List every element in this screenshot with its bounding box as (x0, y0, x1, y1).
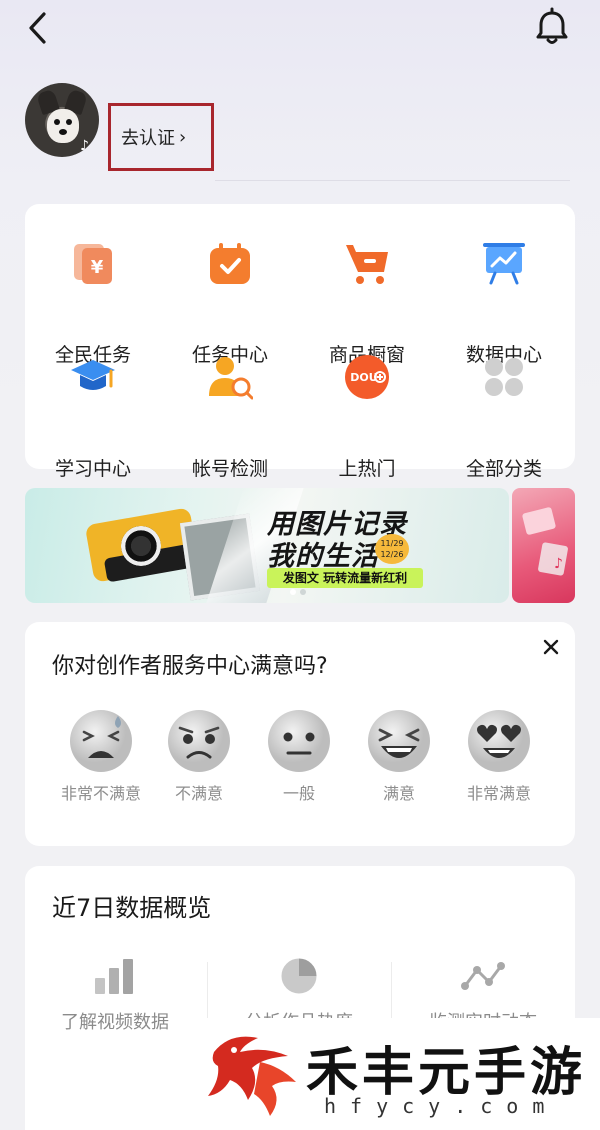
svg-text:¥: ¥ (91, 257, 104, 278)
tool-label: 上热门 (338, 458, 396, 480)
satisfied-face-icon (368, 710, 430, 772)
tool-label: 全部分类 (465, 458, 542, 480)
tools-card: ¥ 全民任务 任务中心 商品橱窗 数据中心 学习中心 帐号检测 DOU 上热门 … (25, 204, 575, 480)
tool-all-categories[interactable]: 全部分类 (449, 354, 559, 480)
date-badge: 11/29 12/26 (375, 534, 409, 564)
survey-title: 你对创作者服务中心满意吗? (52, 654, 328, 679)
banner-cta: 发图文 玩转流量新红利 (267, 568, 423, 588)
task-calendar-icon (210, 243, 250, 284)
tiktok-badge-icon: ♪ (80, 138, 89, 154)
satisfaction-survey-card: 你对创作者服务中心满意吗? 非常不满意 不满意 一般 满意 非常满意 (25, 622, 575, 846)
close-button[interactable] (540, 636, 562, 658)
shopping-cart-icon (346, 245, 388, 284)
tool-quanmin-task[interactable]: ¥ 全民任务 (38, 240, 148, 366)
metric-video-data[interactable]: 了解视频数据 (25, 956, 205, 1036)
presentation-chart-icon (483, 243, 525, 285)
tool-go-hot[interactable]: DOU 上热门 (312, 354, 422, 480)
avatar-eye (54, 119, 60, 125)
top-bar (0, 0, 600, 60)
carousel-dots (290, 589, 306, 595)
tool-label: 帐号检测 (191, 458, 268, 480)
very-unsatisfied-face-icon (70, 710, 132, 772)
next-banner-peek[interactable]: ♪ (512, 488, 575, 603)
pie-chart-icon (280, 957, 318, 995)
bell-icon (536, 7, 568, 44)
rating-neutral[interactable]: 一般 (249, 708, 349, 808)
rating-very-unsatisfied[interactable]: 非常不满意 (51, 708, 151, 808)
avatar-eye (66, 119, 72, 125)
promo-banner[interactable]: 用图片记录 我的生活 11/29 12/26 发图文 玩转流量新红利 (25, 488, 509, 603)
metric-divider (391, 962, 392, 1022)
data-overview-title: 近7日数据概览 (52, 894, 212, 922)
avatar[interactable]: ♪ (25, 83, 99, 157)
tool-product-showcase[interactable]: 商品橱窗 (312, 240, 422, 366)
tiktok-note-icon: ♪ (522, 507, 568, 576)
metric-label: 了解视频数据 (61, 1012, 169, 1033)
grid-dots-icon (485, 358, 523, 396)
back-button[interactable] (22, 8, 58, 48)
unsatisfied-face-icon (168, 710, 230, 772)
neutral-face-icon (268, 710, 330, 772)
carousel-dot (300, 589, 306, 595)
heart-eyes-face-icon (468, 710, 530, 772)
svg-text:♪: ♪ (554, 556, 563, 572)
divider (215, 180, 570, 181)
date-end: 12/26 (380, 550, 404, 559)
verify-label: 去认证 (121, 128, 175, 149)
metric-divider (207, 962, 208, 1022)
tool-account-check[interactable]: 帐号检测 (175, 354, 285, 480)
rating-very-satisfied[interactable]: 非常满意 (449, 708, 549, 808)
line-trend-icon (461, 962, 505, 990)
tool-label: 学习中心 (54, 458, 131, 480)
tool-data-center[interactable]: 数据中心 (449, 240, 559, 366)
carousel-dot (290, 589, 296, 595)
graduation-cap-icon (71, 360, 115, 390)
tool-task-center[interactable]: 任务中心 (175, 240, 285, 366)
camera-lens (121, 526, 161, 566)
tool-learning-center[interactable]: 学习中心 (38, 354, 148, 480)
rating-satisfied[interactable]: 满意 (349, 708, 449, 808)
rating-label: 非常满意 (466, 784, 531, 803)
chevron-right-icon: › (179, 126, 187, 148)
chevron-left-icon (29, 12, 46, 44)
user-search-icon (209, 357, 253, 400)
notification-button[interactable] (530, 6, 574, 50)
dou-plus-icon: DOU (345, 355, 389, 399)
avatar-face (47, 109, 79, 143)
watermark-url: hfycy.com (324, 1094, 559, 1118)
date-start: 11/29 (380, 539, 404, 548)
verify-link[interactable]: 去认证 › (108, 103, 214, 171)
close-icon (543, 639, 559, 655)
rating-unsatisfied[interactable]: 不满意 (149, 708, 249, 808)
bar-chart-icon (95, 959, 133, 994)
svg-text:DOU: DOU (350, 371, 377, 384)
yuan-coupon-icon: ¥ (74, 244, 112, 284)
avatar-nose (59, 129, 67, 135)
watermark-logo-icon (208, 1036, 296, 1116)
